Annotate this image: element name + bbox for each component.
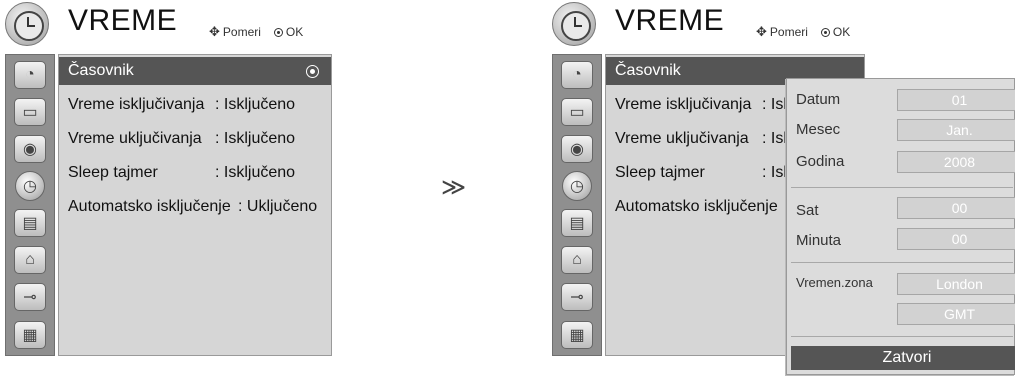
date-label: Datum — [796, 91, 841, 108]
menu-row-value: : Uključeno — [238, 198, 318, 215]
minute-field[interactable]: 00 — [897, 228, 1015, 250]
ok-button-icon — [273, 27, 283, 37]
hint-bar: ✥ Pomeri OK — [209, 24, 303, 40]
clock-icon — [5, 2, 49, 46]
category-sidebar: ◔ ▭ ◉ ◷ ▤ ⌂ ⊸ ▦ — [5, 54, 55, 356]
tv-screen-icon[interactable]: ▭ — [561, 98, 593, 126]
ok-button-icon — [820, 27, 830, 37]
move-arrows-icon: ✥ — [209, 24, 220, 39]
move-arrows-icon: ✥ — [756, 24, 767, 39]
menu-row-value: : Isključeno — [215, 164, 296, 181]
hint-move-label: Pomeri — [222, 25, 261, 39]
speaker-icon[interactable]: ◉ — [14, 135, 46, 163]
time-zone-field[interactable]: London — [897, 273, 1015, 295]
photo-icon[interactable]: ▦ — [561, 321, 593, 349]
clock-settings-popup: Datum 01 Mesec Jan. Godina 2008 Sat 00 M… — [786, 78, 1015, 375]
menu-row-label: Vreme uključivanja — [68, 130, 202, 147]
menu-row-label: Vreme isključivanja — [615, 96, 752, 113]
close-button[interactable]: Zatvori — [791, 346, 1015, 370]
time-zone-label: Vremen.zona — [796, 275, 873, 290]
transition-arrow: ≫ — [441, 174, 467, 201]
input-plug-icon[interactable]: ⊸ — [561, 283, 593, 311]
divider — [791, 336, 1013, 337]
time-menu-panel-left: VREME ✥ Pomeri OK ◔ ▭ ◉ ◷ ▤ ⌂ ⊸ ▦ Časovn… — [3, 2, 333, 358]
minute-label: Minuta — [796, 232, 842, 249]
hint-bar: ✥ Pomeri OK — [756, 24, 850, 40]
month-label: Mesec — [796, 121, 841, 138]
menu-list: Časovnik Vreme isključivanja : Isključen… — [58, 54, 332, 356]
satellite-dish-icon[interactable]: ◔ — [561, 61, 593, 89]
category-sidebar: ◔ ▭ ◉ ◷ ▤ ⌂ ⊸ ▦ — [552, 54, 602, 356]
gmt-field[interactable]: GMT — [897, 303, 1015, 325]
menu-title: VREME — [615, 4, 725, 37]
menu-row-label: Sleep tajmer — [68, 164, 158, 181]
menu-row-label: Sleep tajmer — [615, 164, 705, 181]
speaker-icon[interactable]: ◉ — [561, 135, 593, 163]
menu-row-label: Časovnik — [615, 62, 681, 79]
hint-ok-label: OK — [285, 25, 304, 39]
menu-row-value: : Isključeno — [215, 130, 296, 147]
tv-screen-icon[interactable]: ▭ — [14, 98, 46, 126]
menu-row-label: Vreme isključivanja — [68, 96, 205, 113]
hour-label: Sat — [796, 202, 819, 219]
menu-row-label: Automatsko isključenje — [615, 198, 778, 215]
menu-row-on-time[interactable]: Vreme uključivanja : Isključeno — [59, 125, 331, 153]
hint-move-label: Pomeri — [769, 25, 808, 39]
lock-icon[interactable]: ⌂ — [561, 246, 593, 274]
menu-row-value: : Isključeno — [215, 96, 296, 113]
date-field[interactable]: 01 — [897, 89, 1015, 111]
calendar-icon[interactable]: ▤ — [561, 209, 593, 237]
input-plug-icon[interactable]: ⊸ — [14, 283, 46, 311]
hour-field[interactable]: 00 — [897, 197, 1015, 219]
menu-row-auto-off[interactable]: Automatsko isključenje : Uključeno — [59, 193, 331, 221]
menu-row-label: Časovnik — [68, 62, 134, 79]
menu-row-clock[interactable]: Časovnik — [59, 57, 331, 85]
menu-title: VREME — [68, 4, 178, 37]
selected-radio-icon — [306, 65, 319, 78]
calendar-icon[interactable]: ▤ — [14, 209, 46, 237]
year-label: Godina — [796, 153, 845, 170]
lock-icon[interactable]: ⌂ — [14, 246, 46, 274]
clock-icon — [552, 2, 596, 46]
menu-row-sleep-timer[interactable]: Sleep tajmer : Isključeno — [59, 159, 331, 187]
photo-icon[interactable]: ▦ — [14, 321, 46, 349]
menu-row-label: Automatsko isključenje — [68, 198, 231, 215]
satellite-dish-icon[interactable]: ◔ — [14, 61, 46, 89]
month-field[interactable]: Jan. — [897, 119, 1015, 141]
year-field[interactable]: 2008 — [897, 151, 1015, 173]
menu-row-label: Vreme uključivanja — [615, 130, 749, 147]
menu-row-off-time[interactable]: Vreme isključivanja : Isključeno — [59, 91, 331, 119]
divider — [791, 262, 1013, 263]
clock-icon[interactable]: ◷ — [15, 171, 45, 201]
hint-ok-label: OK — [832, 25, 851, 39]
clock-icon[interactable]: ◷ — [562, 171, 592, 201]
divider — [791, 187, 1013, 188]
